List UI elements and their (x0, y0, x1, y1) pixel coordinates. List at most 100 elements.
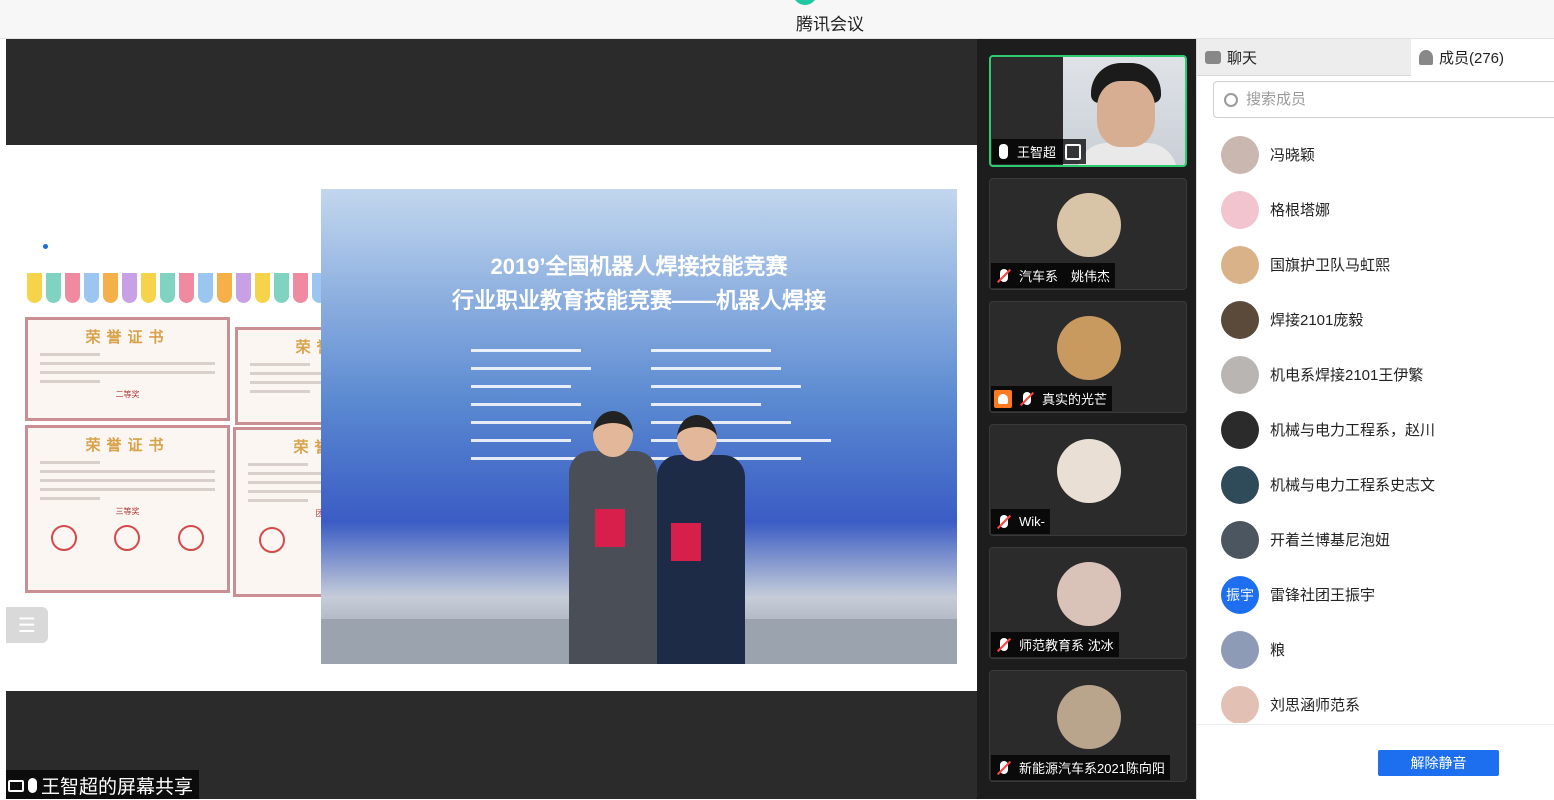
panel-tabs: 聊天 成员(276) (1197, 39, 1554, 76)
meeting-window: 腾讯会议 荣誉证书 二等奖 荣誉证书 三等奖 2019’全国机器人焊接技能竞赛 … (0, 0, 1554, 800)
participant-label: 新能源汽车系2021陈向阳 (991, 755, 1170, 780)
video-tile[interactable]: Wik- (989, 424, 1187, 536)
member-avatar (1221, 245, 1259, 284)
search-input[interactable] (1246, 91, 1546, 108)
person-head (593, 411, 633, 457)
photo-heading: 2019’全国机器人焊接技能竞赛 (490, 254, 788, 279)
muted-mic-icon (1017, 389, 1037, 409)
seal-icon (50, 525, 77, 551)
member-name: 国旗护卫队马虹熙 (1270, 257, 1391, 274)
member-name: 机械与电力工程系史志文 (1270, 477, 1436, 494)
video-tile[interactable]: 真实的光芒 (989, 301, 1187, 413)
screen-share-area[interactable]: 荣誉证书 二等奖 荣誉证书 二等奖 荣誉证书 三等奖 荣誉证书 (6, 39, 977, 799)
video-tile[interactable]: 汽车系 姚伟杰 (989, 178, 1187, 290)
member-row[interactable]: 机械与电力工程系史志文 (1197, 457, 1554, 512)
member-name: 雷锋社团王振宇 (1270, 587, 1376, 604)
person (569, 451, 657, 664)
certificate-prize: 二等奖 (115, 390, 140, 399)
photo-subheading: 行业职业教育技能竞赛——机器人焊接 (451, 288, 826, 313)
member-row[interactable]: 粮 (1197, 622, 1554, 677)
participant-label: Wik- (991, 509, 1050, 534)
participant-name: 师范教育系 沈冰 (1019, 638, 1114, 653)
muted-mic-icon (994, 635, 1014, 655)
video-tile[interactable]: 新能源汽车系2021陈向阳 (989, 670, 1187, 782)
screen-share-label: 王智超的屏幕共享 (6, 770, 200, 799)
certificate-title: 荣誉证书 (85, 329, 170, 346)
window-title: 腾讯会议 (796, 15, 864, 34)
member-avatar (1221, 465, 1259, 504)
certificate-prize: 三等奖 (115, 507, 140, 516)
muted-mic-icon (994, 512, 1014, 532)
certificate-book (595, 509, 625, 547)
member-name: 机械与电力工程系，赵川 (1270, 422, 1436, 439)
shared-slide: 荣誉证书 二等奖 荣誉证书 二等奖 荣誉证书 三等奖 荣誉证书 (6, 145, 977, 691)
user-icon (1419, 50, 1433, 65)
certificate-title: 荣誉证书 (85, 437, 170, 454)
list-icon[interactable]: ☰ (6, 607, 48, 643)
search-icon (1224, 92, 1238, 107)
video-tile[interactable]: 师范教育系 沈冰 (989, 547, 1187, 659)
participant-avatar (1057, 685, 1121, 749)
seal-icon (178, 525, 205, 551)
app-logo-icon (793, 0, 817, 5)
member-name: 开着兰博基尼泡妞 (1270, 532, 1391, 549)
member-row[interactable]: 冯晓颖 (1197, 127, 1554, 182)
participant-name: Wik- (1019, 514, 1045, 529)
sharer-name: 王智超的屏幕共享 (41, 777, 194, 798)
member-row[interactable]: 振宇 雷锋社团王振宇 (1197, 567, 1554, 622)
seal-icon (114, 525, 141, 551)
member-list[interactable]: 冯晓颖格根塔娜国旗护卫队马虹熙 焊接2101庞毅机电系焊接2101王伊繁 机械与电力… (1197, 127, 1554, 723)
member-avatar (1221, 410, 1259, 449)
certificate-book (671, 523, 701, 561)
member-name: 机电系焊接2101王伊繁 (1270, 367, 1424, 384)
panel-footer: 解除静音 (1197, 724, 1554, 800)
member-row[interactable]: 格根塔娜 (1197, 182, 1554, 237)
member-avatar (1221, 630, 1259, 669)
certificate: 荣誉证书 三等奖 (25, 425, 230, 593)
participant-label: 汽车系 姚伟杰 (991, 263, 1116, 288)
no-avatar-user-icon (994, 389, 1012, 408)
member-name: 粮 (1270, 642, 1286, 659)
member-search[interactable] (1213, 81, 1554, 118)
member-row[interactable]: 机电系焊接2101王伊繁 (1197, 347, 1554, 402)
member-row[interactable]: 开着兰博基尼泡妞 (1197, 512, 1554, 567)
tab-chat-label: 聊天 (1227, 49, 1258, 67)
participant-avatar (1057, 316, 1121, 380)
muted-mic-icon (994, 266, 1014, 286)
member-row[interactable]: 焊接2101庞毅 (1197, 292, 1554, 347)
participant-label: 王智超 (992, 139, 1087, 164)
member-row[interactable]: 国旗护卫队马虹熙 (1197, 237, 1554, 292)
member-avatar (1221, 520, 1259, 559)
seal-icon (258, 527, 285, 553)
participant-avatar (1057, 193, 1121, 257)
tab-chat[interactable]: 聊天 (1197, 39, 1411, 76)
member-name: 刘思涵师范系 (1270, 697, 1361, 714)
participant-name: 王智超 (1017, 145, 1057, 160)
member-name: 焊接2101庞毅 (1270, 312, 1364, 329)
participant-name: 真实的光芒 (1042, 392, 1108, 407)
screen-share-icon (8, 779, 24, 792)
chat-icon (1205, 50, 1221, 64)
person-head (677, 415, 717, 461)
participant-label: 师范教育系 沈冰 (991, 632, 1119, 657)
microphone-icon (999, 144, 1008, 159)
member-name: 格根塔娜 (1270, 202, 1331, 219)
member-avatar (1221, 190, 1259, 229)
member-row[interactable]: 刘思涵师范系 (1197, 677, 1554, 723)
microphone-icon (28, 778, 37, 793)
member-avatar (1221, 685, 1259, 723)
member-avatar (1221, 135, 1259, 174)
video-tile[interactable]: 王智超 (989, 55, 1187, 167)
side-panel: 聊天 成员(276) 冯晓颖格根塔娜国旗护卫队马虹熙焊接2101庞毅机电系焊接2… (1196, 39, 1554, 800)
tab-members[interactable]: 成员(276) (1411, 39, 1554, 76)
member-avatar (1221, 355, 1259, 394)
slide-bullet (43, 244, 48, 249)
title-bar: 腾讯会议 (0, 0, 1554, 39)
participant-name: 汽车系 姚伟杰 (1019, 269, 1111, 284)
video-gallery: 王智超 汽车系 姚伟杰 真实的光芒 Wik- 师范教育系 沈冰 新能源汽车系20… (977, 39, 1196, 799)
member-row[interactable]: 机械与电力工程系，赵川 (1197, 402, 1554, 457)
member-name: 冯晓颖 (1270, 147, 1316, 164)
unmute-all-button[interactable]: 解除静音 (1378, 750, 1499, 776)
participant-avatar (1057, 439, 1121, 503)
participant-name: 新能源汽车系2021陈向阳 (1019, 761, 1165, 776)
